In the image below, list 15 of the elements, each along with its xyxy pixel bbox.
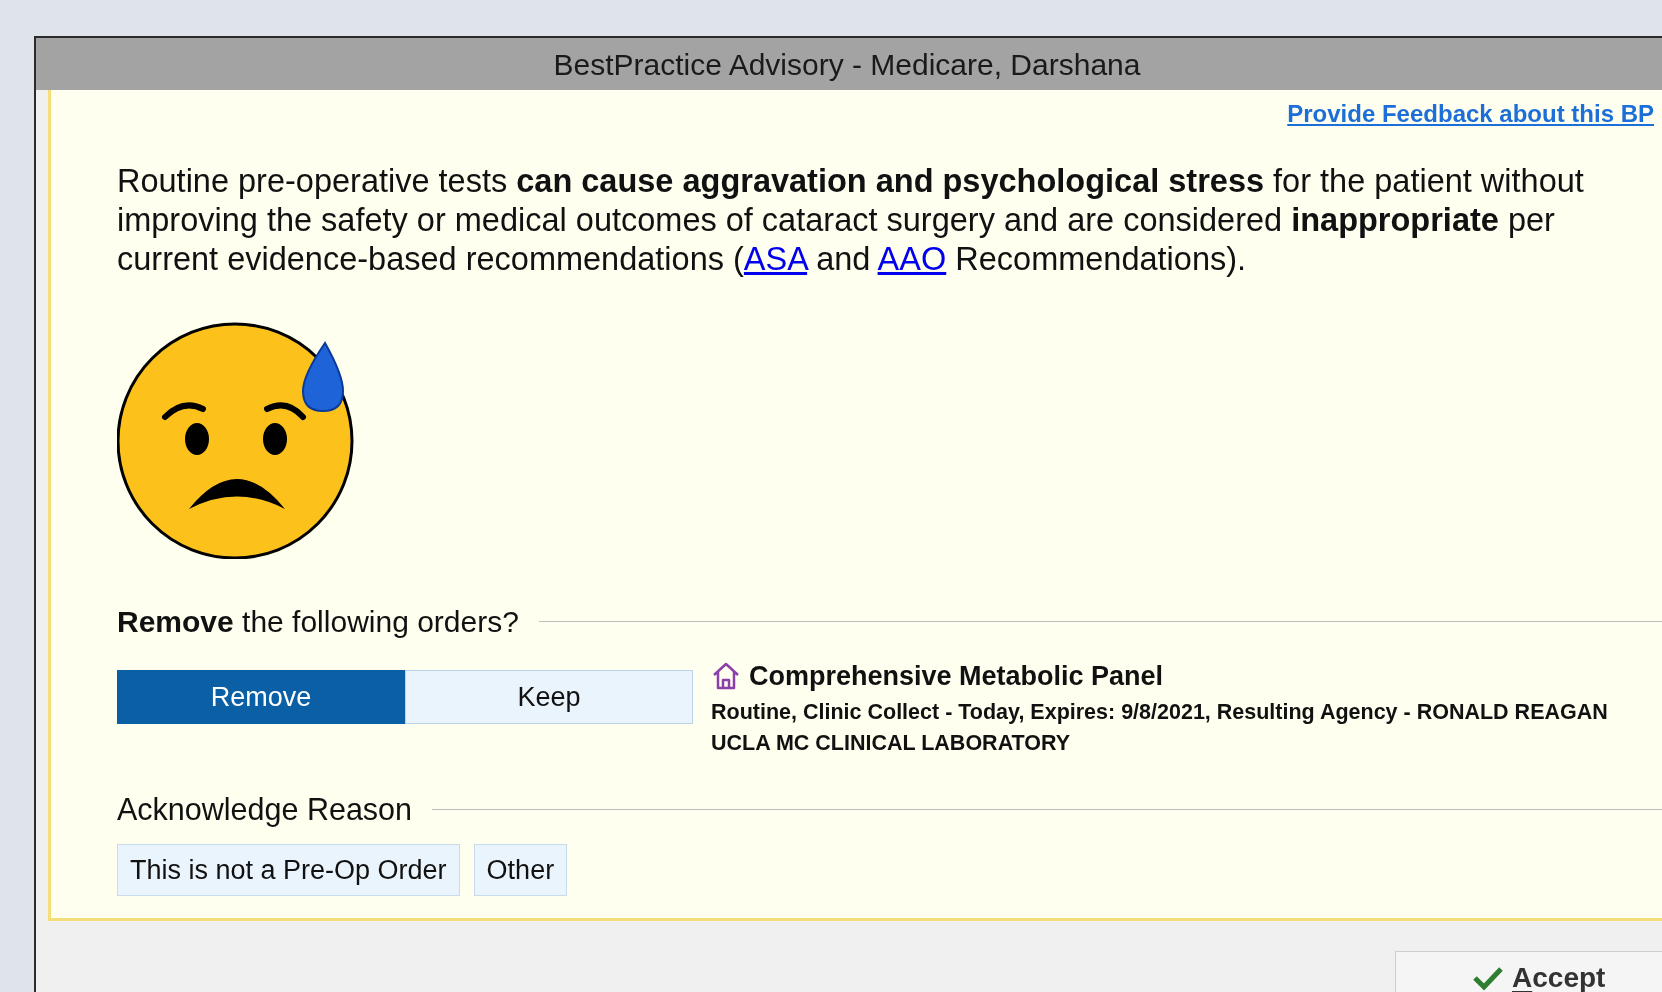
advisory-message: Routine pre-operative tests can cause aggravation and psychological stress for the patient without improving the safety or medical outcomes of cataract surgery and are considered inappropriate per current evidence-based recommendations (ASA and AAO Recommendations).: [117, 162, 1585, 279]
reason-button[interactable]: This is not a Pre-Op Order: [117, 844, 460, 897]
orders-heading: Remove the following orders?: [117, 604, 519, 640]
window-title: BestPractice Advisory - Medicare, Darshana: [553, 46, 1141, 83]
acknowledge-heading: Acknowledge Reason: [117, 790, 413, 829]
feedback-link[interactable]: Provide Feedback about this BP: [1287, 96, 1662, 124]
checkmark-icon: [1472, 965, 1504, 992]
house-icon: [711, 661, 741, 692]
order-choice-toggle[interactable]: Remove: [117, 670, 405, 724]
order-name: Comprehensive Metabolic Panel: [749, 660, 1164, 693]
order-choice-toggle[interactable]: Keep: [405, 670, 693, 724]
reason-button[interactable]: Other: [473, 844, 568, 897]
order-details: UCLA MC CLINICAL LABORATORY: [711, 729, 1072, 757]
order-details: Routine, Clinic Collect - Today, Expires: 9/8/2021, Resulting Agency - RONALD REAGAN: [711, 698, 1608, 726]
reference-link[interactable]: AAO: [877, 241, 947, 277]
